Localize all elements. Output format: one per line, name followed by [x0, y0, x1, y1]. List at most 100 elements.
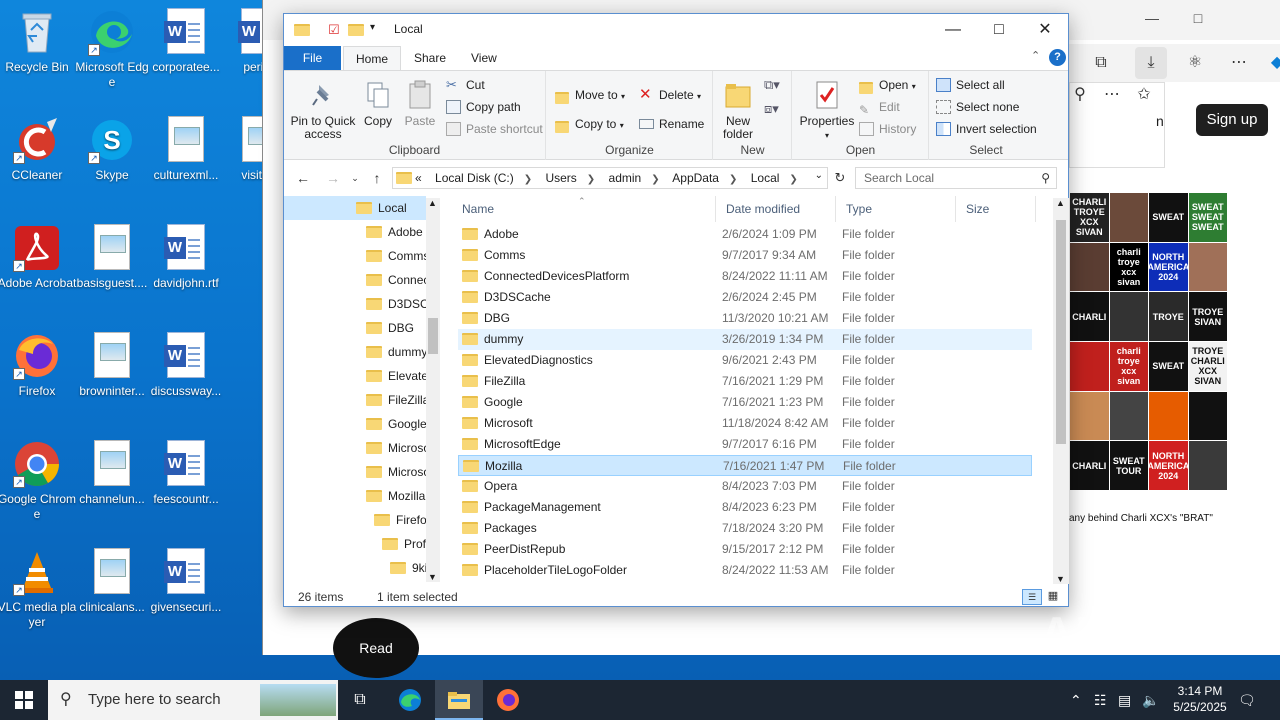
breadcrumb-item[interactable]: Local Disk (C:) — [435, 171, 514, 185]
nav-item[interactable]: Microsoft — [366, 436, 426, 460]
task-view-button[interactable]: ⧉ — [336, 680, 384, 720]
file-row[interactable]: Adobe 2/6/2024 1:09 PM File folder — [458, 224, 1032, 245]
search-input[interactable]: Search Local ⚲ — [855, 167, 1057, 189]
scroll-down-icon[interactable]: ▼ — [1056, 574, 1065, 584]
select-all-button[interactable]: Select all — [936, 75, 1005, 95]
desktop-icon-vlc[interactable]: ↗ VLC media player — [0, 548, 77, 630]
file-row[interactable]: Microsoft 11/18/2024 8:42 AM File folder — [458, 413, 1032, 434]
minimize-button[interactable]: — — [930, 14, 976, 46]
nav-item[interactable]: ConnectedDevicesPlatform — [366, 268, 426, 292]
nav-item[interactable]: Firefox — [374, 508, 426, 532]
copy-button[interactable]: Copy — [360, 79, 396, 128]
nav-item-local[interactable]: Local — [284, 196, 426, 220]
taskbar-firefox-button[interactable] — [484, 680, 532, 720]
history-button[interactable]: History — [859, 119, 916, 139]
collections-icon[interactable]: ⧉ — [1085, 47, 1117, 79]
file-row[interactable]: PeerDistRepub 9/15/2017 2:12 PM File folde… — [458, 539, 1032, 560]
desktop-icon-feescountr[interactable]: W feescountr... — [146, 440, 226, 507]
read-button[interactable]: Read — [333, 618, 419, 678]
address-dropdown-icon[interactable]: ⌄ — [815, 170, 823, 181]
quick-access-dropdown-icon[interactable]: ▾ — [370, 22, 375, 40]
file-row[interactable]: DBG 11/3/2020 10:21 AM File folder — [458, 308, 1032, 329]
desktop-icon-skype[interactable]: S ↗ Skype — [72, 116, 152, 183]
minimize-button[interactable]: — — [1129, 0, 1175, 36]
delete-button[interactable]: ✕ Delete ▾ — [639, 85, 701, 105]
file-row[interactable]: dummy 3/26/2019 1:34 PM File folder — [458, 329, 1032, 350]
nav-item[interactable]: Profiles — [382, 532, 426, 556]
pin-icon[interactable]: ✩ — [1128, 79, 1160, 111]
copy-path-button[interactable]: Copy path — [446, 97, 521, 117]
file-row[interactable]: Comms 9/7/2017 9:34 AM File folder — [458, 245, 1032, 266]
paste-shortcut-button[interactable]: Paste shortcut — [446, 119, 543, 139]
tab-view[interactable]: View — [459, 46, 509, 70]
desktop-icon-culturexml[interactable]: culturexml... — [146, 116, 226, 183]
show-hidden-icons-button[interactable]: ⌃ — [1070, 680, 1082, 720]
breadcrumb-item[interactable]: Local — [751, 171, 780, 185]
nav-item[interactable]: MicrosoftEdge — [366, 460, 426, 484]
copy-to-button[interactable]: Copy to ▾ — [555, 114, 624, 134]
clock[interactable]: 3:14 PM 5/25/2025 — [1164, 683, 1236, 715]
scroll-up-icon[interactable]: ▲ — [1056, 198, 1065, 208]
refresh-button[interactable]: ↻ — [830, 167, 850, 189]
column-header-size[interactable]: Size — [956, 196, 1036, 222]
file-row[interactable]: FileZilla 7/16/2021 1:29 PM File folder — [458, 371, 1032, 392]
nav-item[interactable]: D3DSCache — [366, 292, 426, 316]
desktop-icon-firefox[interactable]: ↗ Firefox — [0, 332, 77, 399]
nav-item[interactable]: Google — [366, 412, 426, 436]
back-button[interactable]: ← — [292, 167, 314, 189]
desktop-icon-ccleaner[interactable]: ↗ CCleaner — [0, 116, 77, 183]
new-item-icon[interactable]: ⧉▾ — [764, 77, 780, 93]
taskbar-search-input[interactable]: ⚲ Type here to search — [48, 680, 338, 720]
nav-item[interactable]: Adobe — [366, 220, 426, 244]
column-header-date[interactable]: Date modified — [716, 196, 836, 222]
extension-icon[interactable]: ⚛ — [1179, 47, 1211, 79]
edit-button[interactable]: ✎ Edit — [859, 97, 900, 117]
desktop-icon-givensecuri[interactable]: W givensecuri... — [146, 548, 226, 615]
volume-icon[interactable]: 🔈 — [1142, 680, 1159, 720]
scrollbar-thumb[interactable] — [1056, 220, 1066, 444]
up-button[interactable]: ↑ — [366, 167, 388, 189]
file-row[interactable]: PlaceholderTileLogoFolder 8/24/2022 11:53… — [458, 560, 1032, 581]
nav-item[interactable]: DBG — [366, 316, 426, 340]
file-row[interactable]: Google 7/16/2021 1:23 PM File folder — [458, 392, 1032, 413]
more-options-icon[interactable]: ⋯ — [1096, 79, 1128, 111]
cut-button[interactable]: ✂ Cut — [446, 75, 485, 95]
invert-selection-button[interactable]: Invert selection — [936, 119, 1037, 139]
maximize-button[interactable]: □ — [1175, 0, 1221, 36]
select-none-button[interactable]: Select none — [936, 97, 1019, 117]
desktop-icon-google-chrome[interactable]: ↗ Google Chrome — [0, 440, 77, 522]
file-row[interactable]: Opera 8/4/2023 7:03 PM File folder — [458, 476, 1032, 497]
edge-copilot-icon[interactable]: ◆ — [1261, 47, 1280, 79]
start-button[interactable] — [0, 680, 48, 720]
desktop-icon-basisguest[interactable]: basisguest.... — [72, 224, 152, 291]
paste-button[interactable]: Paste — [400, 79, 440, 128]
breadcrumb-item[interactable]: Users — [545, 171, 576, 185]
sign-up-button[interactable]: Sign up — [1196, 104, 1268, 136]
desktop-icon-browninter[interactable]: browninter... — [72, 332, 152, 399]
file-row[interactable]: Mozilla 7/16/2021 1:47 PM File folder — [458, 455, 1032, 476]
desktop-icon-microsoft-edge[interactable]: ↗ Microsoft Edge — [72, 8, 152, 90]
chevron-right-icon[interactable]: ❯ — [587, 174, 595, 185]
recent-locations-button[interactable]: ⌄ — [344, 167, 366, 189]
file-row[interactable]: ElevatedDiagnostics 9/6/2021 2:43 PM File … — [458, 350, 1032, 371]
file-row[interactable]: D3DSCache 2/6/2024 2:45 PM File folder — [458, 287, 1032, 308]
scroll-down-icon[interactable]: ▼ — [428, 572, 437, 582]
file-row[interactable]: Packages 7/18/2024 3:20 PM File folder — [458, 518, 1032, 539]
desktop-icon-adobe-acrobat[interactable]: ↗ Adobe Acrobat — [0, 224, 77, 291]
file-row[interactable]: MicrosoftEdge 9/7/2017 6:16 PM File folder — [458, 434, 1032, 455]
chevron-right-icon[interactable]: ❯ — [524, 174, 532, 185]
properties-button[interactable]: Properties ▾ — [799, 79, 855, 142]
nav-item[interactable]: 9ki — [390, 556, 426, 580]
column-header-type[interactable]: Type — [836, 196, 956, 222]
open-button[interactable]: Open ▾ — [859, 75, 916, 95]
wired-network-icon[interactable]: ▤ — [1118, 680, 1131, 720]
nav-item[interactable]: Mozilla — [366, 484, 426, 508]
details-view-icon[interactable]: ☰ — [1022, 589, 1042, 605]
desktop-icon-discussway[interactable]: W discussway... — [146, 332, 226, 399]
tab-home[interactable]: Home — [343, 46, 402, 71]
nav-item[interactable]: FileZilla — [366, 388, 426, 412]
breadcrumb-item[interactable]: admin — [609, 171, 642, 185]
new-folder-button[interactable]: New folder — [718, 79, 758, 141]
close-button[interactable]: ✕ — [1022, 14, 1068, 46]
scroll-up-icon[interactable]: ▲ — [428, 198, 437, 208]
